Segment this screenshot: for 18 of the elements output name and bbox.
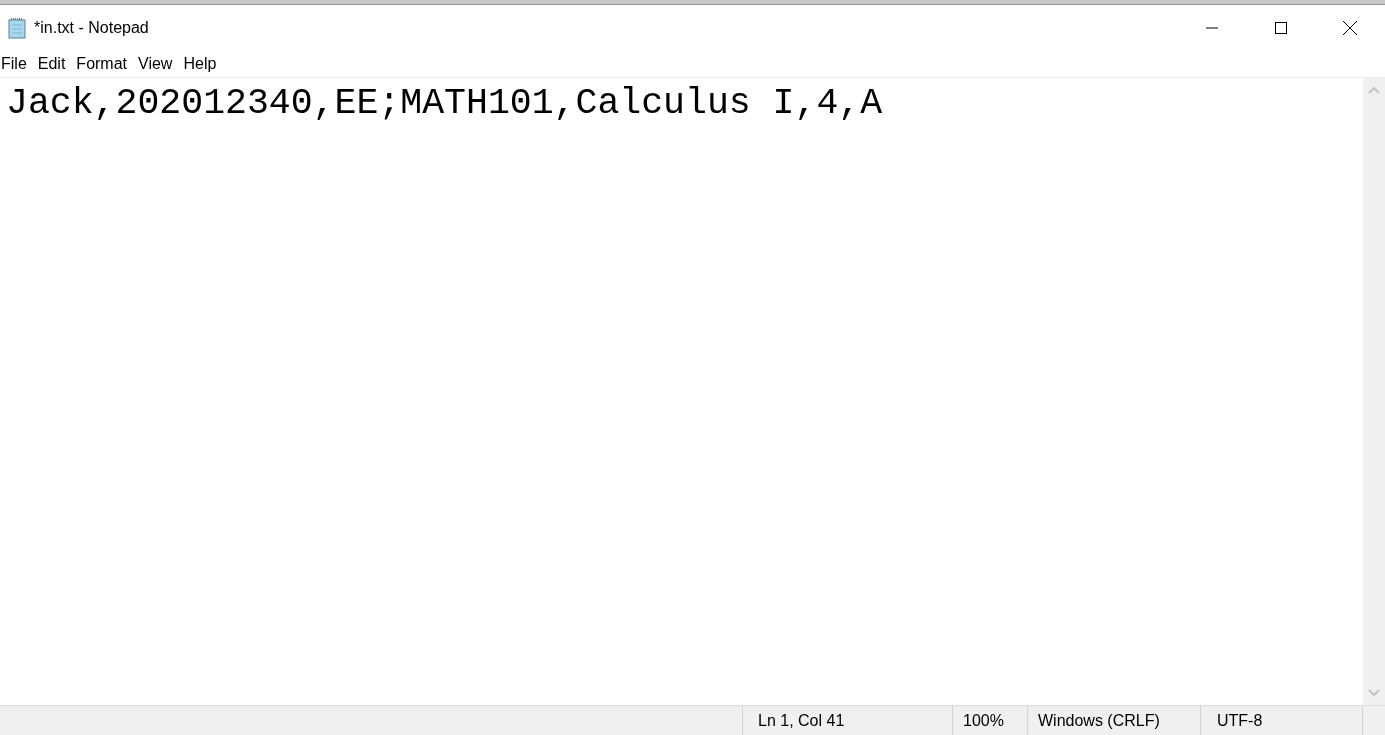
menu-item[interactable]: Help xyxy=(181,54,223,73)
text-line: Jack,202012340,EE;MATH101,Calculus I,4,A xyxy=(6,83,883,124)
scroll-down-icon[interactable] xyxy=(1368,689,1380,697)
menu-item[interactable]: View xyxy=(136,54,179,73)
menu-item[interactable]: File xyxy=(0,54,33,73)
encoding: UTF-8 xyxy=(1200,706,1362,735)
zoom-level: 100% xyxy=(952,706,1027,735)
text-editor[interactable]: Jack,202012340,EE;MATH101,Calculus I,4,A xyxy=(0,78,1363,705)
close-icon xyxy=(1343,20,1357,35)
scroll-up-icon[interactable] xyxy=(1368,86,1380,94)
maximize-icon xyxy=(1274,21,1287,34)
menu-item[interactable]: Edit xyxy=(35,54,72,73)
window-title: *in.txt - Notepad xyxy=(34,18,149,37)
notepad-icon xyxy=(6,16,28,39)
line-ending: Windows (CRLF) xyxy=(1027,706,1200,735)
vertical-scrollbar[interactable] xyxy=(1363,78,1385,705)
cursor-position: Ln 1, Col 41 xyxy=(742,706,952,735)
menu-item[interactable]: Format xyxy=(74,54,134,73)
